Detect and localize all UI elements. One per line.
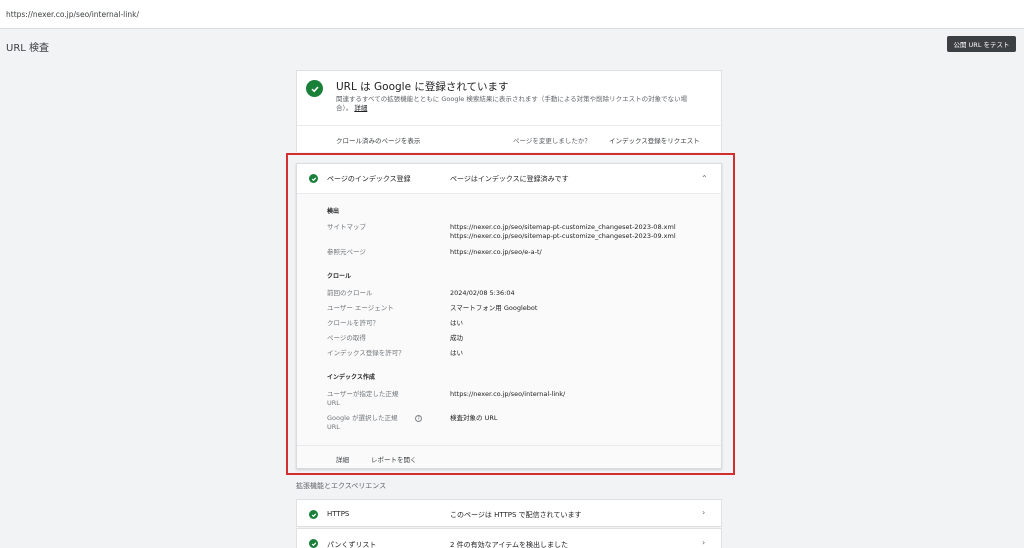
sitemap-value-1[interactable]: https://nexer.co.jp/seo/sitemap-pt-custo…: [450, 223, 676, 232]
sitemap-value-2[interactable]: https://nexer.co.jp/seo/sitemap-pt-custo…: [450, 232, 676, 241]
summary-detail-link[interactable]: 詳細: [354, 104, 367, 112]
google-canonical-label-line-1: Google が選択した正規: [327, 414, 398, 422]
enhancement-status: 2 件の有効なアイテムを検出しました: [450, 541, 568, 548]
page-fetch-value: 成功: [450, 334, 463, 342]
request-indexing-link[interactable]: インデックス登録をリクエスト: [609, 135, 700, 145]
chevron-right-icon[interactable]: ›: [702, 508, 705, 517]
view-crawled-page-link[interactable]: クロール済みのページを表示: [336, 135, 420, 145]
user-agent-label: ユーザー エージェント: [327, 304, 394, 312]
google-canonical-value: 検査対象の URL: [450, 414, 498, 422]
summary-title: URL は Google に登録されています: [336, 81, 509, 93]
page-title: URL 検査: [6, 43, 50, 54]
google-canonical-label: Google が選択した正規 URL: [327, 414, 417, 431]
enhancement-label: パンくずリスト: [327, 541, 377, 548]
page-indexing-footer: 詳細 レポートを開く: [297, 445, 721, 469]
user-canonical-value[interactable]: https://nexer.co.jp/seo/internal-link/: [450, 390, 565, 399]
chevron-up-icon[interactable]: ⌃: [701, 174, 708, 183]
page-fetch-label: ページの取得: [327, 334, 366, 342]
test-live-url-button[interactable]: 公開 URL をテスト: [947, 36, 1016, 52]
check-circle-icon: [309, 510, 318, 519]
summary-actions: クロール済みのページを表示 ページを変更しましたか？ インデックス登録をリクエス…: [297, 125, 723, 153]
referring-page-label: 参照元ページ: [327, 248, 366, 256]
open-report-link[interactable]: レポートを開く: [371, 454, 417, 464]
crawl-heading: クロール: [327, 273, 352, 280]
chevron-right-icon[interactable]: ›: [702, 538, 705, 547]
help-icon[interactable]: ?: [415, 415, 422, 422]
user-agent-value: スマートフォン用 Googlebot: [450, 304, 538, 312]
indexing-allowed-value: はい: [450, 349, 463, 357]
referring-page-value[interactable]: https://nexer.co.jp/seo/e-a-t/: [450, 248, 542, 257]
summary-description: 関連するすべての拡張機能とともに Google 検索結果に表示されます（手動によ…: [336, 95, 696, 112]
inspection-summary-card: URL は Google に登録されています 関連するすべての拡張機能とともに …: [296, 70, 723, 153]
page-indexing-label: ページのインデックス登録: [327, 175, 411, 183]
crawl-allowed-label: クロールを許可？: [327, 319, 379, 327]
last-crawl-label: 前回のクロール: [327, 289, 373, 297]
user-canonical-label-line-2: URL: [327, 398, 340, 407]
indexing-allowed-label: インデックス登録を許可？: [327, 349, 405, 357]
google-canonical-label-line-2: URL: [327, 422, 340, 431]
discovery-heading: 検出: [327, 208, 340, 215]
check-circle-icon: [309, 174, 318, 183]
sitemap-label: サイトマップ: [327, 223, 366, 231]
user-canonical-label-line-1: ユーザーが指定した正規: [327, 390, 399, 398]
enhancement-row-https[interactable]: HTTPS このページは HTTPS で配信されています ›: [296, 499, 722, 527]
last-crawl-value: 2024/02/08 5:36:04: [450, 289, 515, 297]
check-circle-icon: [309, 539, 318, 548]
page-indexing-status: ページはインデックスに登録済みです: [450, 175, 569, 183]
browser-url-text: https://nexer.co.jp/seo/internal-link/: [6, 10, 139, 19]
browser-url-bar[interactable]: https://nexer.co.jp/seo/internal-link/: [0, 0, 1024, 29]
crawl-allowed-value: はい: [450, 319, 463, 327]
check-circle-icon: [306, 80, 323, 97]
page-indexing-card: ページのインデックス登録 ページはインデックスに登録済みです ⌃ 検出 サイトマ…: [296, 163, 722, 469]
details-link[interactable]: 詳細: [336, 454, 349, 464]
summary-description-text: 関連するすべての拡張機能とともに Google 検索結果に表示されます（手動によ…: [336, 95, 688, 112]
indexing-heading: インデックス作成: [327, 374, 375, 381]
enhancements-heading: 拡張機能とエクスペリエンス: [296, 482, 387, 490]
enhancement-row-breadcrumb[interactable]: パンくずリスト 2 件の有効なアイテムを検出しました ›: [296, 528, 722, 548]
page-indexing-header[interactable]: ページのインデックス登録 ページはインデックスに登録済みです ⌃: [297, 164, 721, 194]
user-canonical-label: ユーザーが指定した正規 URL: [327, 390, 417, 407]
page-changed-question: ページを変更しましたか？: [513, 137, 591, 145]
enhancement-label: HTTPS: [327, 510, 350, 518]
enhancement-status: このページは HTTPS で配信されています: [450, 511, 582, 519]
